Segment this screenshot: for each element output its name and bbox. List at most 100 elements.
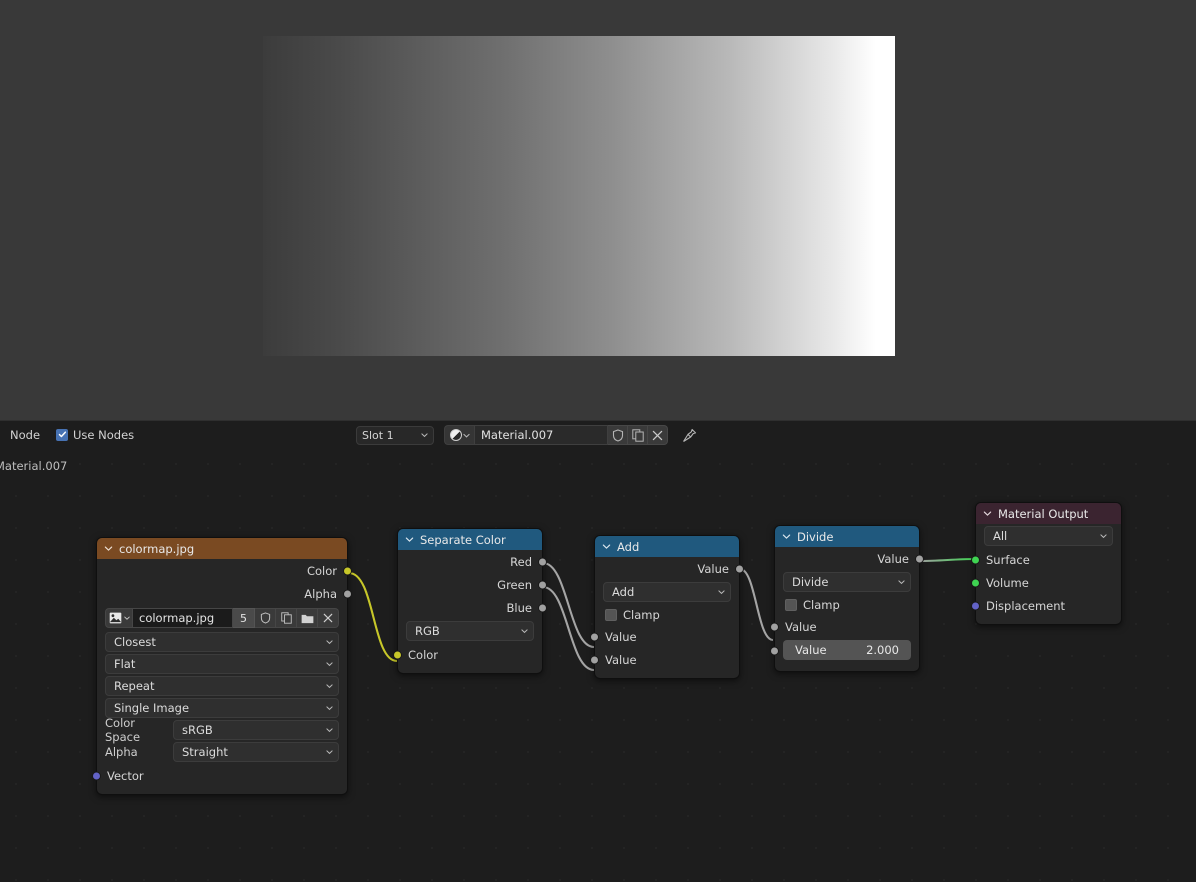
color-space-dropdown[interactable]: sRGB xyxy=(173,720,339,740)
input-socket-vector[interactable]: Vector xyxy=(97,764,347,787)
breadcrumb: Material.007 xyxy=(0,459,67,473)
output-socket-alpha[interactable]: Alpha xyxy=(97,582,347,605)
socket-label: Value xyxy=(697,562,729,576)
socket-dot-alpha[interactable] xyxy=(343,589,352,598)
input-socket-value-2[interactable]: Value xyxy=(595,648,739,671)
image-new-copy-button[interactable] xyxy=(276,608,297,628)
image-preview xyxy=(263,36,895,356)
output-socket-green[interactable]: Green xyxy=(398,573,542,596)
socket-dot-displacement[interactable] xyxy=(971,601,980,610)
color-space-row: Color Space sRGB xyxy=(105,720,339,740)
new-material-button[interactable] xyxy=(628,425,648,445)
render-target-dropdown[interactable]: All xyxy=(984,526,1113,546)
pin-button[interactable] xyxy=(680,426,698,444)
socket-dot-color[interactable] xyxy=(393,650,402,659)
output-socket-color[interactable]: Color xyxy=(97,559,347,582)
socket-dot-vector[interactable] xyxy=(92,771,101,780)
use-nodes-checkbox[interactable]: Use Nodes xyxy=(56,428,134,442)
source-dropdown[interactable]: Single Image xyxy=(105,698,339,718)
chevron-down-icon[interactable] xyxy=(782,532,791,541)
node-body-math-add: Value Add Clamp Value Value xyxy=(595,557,739,678)
socket-dot-value-2[interactable] xyxy=(770,647,779,656)
checkbox-unchecked-icon xyxy=(785,599,797,611)
interpolation-dropdown[interactable]: Closest xyxy=(105,632,339,652)
clamp-checkbox[interactable]: Clamp xyxy=(595,604,739,625)
node-header-math-divide[interactable]: Divide xyxy=(775,526,919,547)
image-editor-area xyxy=(0,0,1196,420)
alpha-mode-dropdown[interactable]: Straight xyxy=(173,742,339,762)
image-open-file-button[interactable] xyxy=(297,608,318,628)
projection-dropdown[interactable]: Flat xyxy=(105,654,339,674)
chevron-down-icon xyxy=(124,615,130,621)
chevron-down-icon xyxy=(521,628,528,635)
socket-label: Color xyxy=(307,564,337,578)
math-operation-value: Add xyxy=(612,585,634,599)
output-socket-value[interactable]: Value xyxy=(775,547,919,570)
node-header-material-output[interactable]: Material Output xyxy=(976,503,1121,524)
material-name-input[interactable]: Material.007 xyxy=(474,425,608,445)
image-users-count[interactable]: 5 xyxy=(233,608,255,628)
socket-dot-value[interactable] xyxy=(735,564,744,573)
output-socket-blue[interactable]: Blue xyxy=(398,596,542,619)
input-socket-volume[interactable]: Volume xyxy=(976,571,1121,594)
material-browse-button[interactable] xyxy=(444,425,474,445)
extension-dropdown[interactable]: Repeat xyxy=(105,676,339,696)
link-color-to-separate xyxy=(349,573,397,661)
socket-dot-green[interactable] xyxy=(538,580,547,589)
image-fake-user-button[interactable] xyxy=(255,608,276,628)
node-header-image-texture[interactable]: colormap.jpg xyxy=(97,538,347,559)
interpolation-value: Closest xyxy=(114,635,156,649)
socket-dot-value-1[interactable] xyxy=(590,632,599,641)
input-socket-color[interactable]: Color xyxy=(398,643,542,666)
input-socket-value-1[interactable]: Value xyxy=(595,625,739,648)
socket-dot-red[interactable] xyxy=(538,557,547,566)
socket-dot-value-1[interactable] xyxy=(770,622,779,631)
value-field-label: Value xyxy=(795,643,827,657)
math-operation-dropdown[interactable]: Add xyxy=(603,582,731,602)
node-material-output[interactable]: Material Output All Surface Volume Disp xyxy=(975,502,1122,625)
material-sphere-icon xyxy=(450,429,462,441)
value-number-field[interactable]: Value 2.000 xyxy=(783,640,911,660)
node-header-separate-color[interactable]: Separate Color xyxy=(398,529,542,550)
material-slot-dropdown[interactable]: Slot 1 xyxy=(356,426,434,445)
socket-dot-blue[interactable] xyxy=(538,603,547,612)
image-unlink-button[interactable] xyxy=(318,608,339,628)
node-body-image-texture: Color Alpha xyxy=(97,559,347,794)
socket-dot-volume[interactable] xyxy=(971,578,980,587)
input-socket-surface[interactable]: Surface xyxy=(976,548,1121,571)
chevron-down-icon xyxy=(718,589,725,596)
chevron-down-icon[interactable] xyxy=(602,542,611,551)
node-image-texture[interactable]: colormap.jpg Color Alpha xyxy=(96,537,348,795)
math-operation-value: Divide xyxy=(792,575,828,589)
render-target-value: All xyxy=(993,529,1007,543)
alpha-mode-row: Alpha Straight xyxy=(105,742,339,762)
node-header-math-add[interactable]: Add xyxy=(595,536,739,557)
material-name-value: Material.007 xyxy=(481,428,553,442)
math-operation-dropdown[interactable]: Divide xyxy=(783,572,911,592)
input-socket-value-1[interactable]: Value xyxy=(775,615,919,638)
node-math-divide[interactable]: Divide Value Divide Clamp Value xyxy=(774,525,920,672)
image-name-input[interactable]: colormap.jpg xyxy=(133,608,233,628)
socket-dot-value[interactable] xyxy=(915,554,924,563)
socket-dot-surface[interactable] xyxy=(971,555,980,564)
image-browse-button[interactable] xyxy=(105,608,133,628)
node-separate-color[interactable]: Separate Color Red Green Blue RGB xyxy=(397,528,543,674)
node-editor-canvas[interactable]: Material.007 colormap.jpg xyxy=(0,448,1196,882)
unlink-material-button[interactable] xyxy=(648,425,668,445)
output-socket-red[interactable]: Red xyxy=(398,550,542,573)
socket-dot-value-2[interactable] xyxy=(590,655,599,664)
input-socket-value-2[interactable]: Value 2.000 xyxy=(775,640,919,664)
color-mode-dropdown[interactable]: RGB xyxy=(406,621,534,641)
chevron-down-icon[interactable] xyxy=(405,535,414,544)
chevron-down-icon[interactable] xyxy=(983,509,992,518)
chevron-down-icon[interactable] xyxy=(104,544,113,553)
clamp-checkbox[interactable]: Clamp xyxy=(775,594,919,615)
clamp-label: Clamp xyxy=(623,608,660,622)
use-nodes-label: Use Nodes xyxy=(73,428,134,442)
node-math-add[interactable]: Add Value Add Clamp Value xyxy=(594,535,740,679)
output-socket-value[interactable]: Value xyxy=(595,557,739,580)
editor-menu-node[interactable]: Node xyxy=(10,428,40,442)
socket-dot-color[interactable] xyxy=(343,566,352,575)
input-socket-displacement[interactable]: Displacement xyxy=(976,594,1121,617)
fake-user-button[interactable] xyxy=(608,425,628,445)
